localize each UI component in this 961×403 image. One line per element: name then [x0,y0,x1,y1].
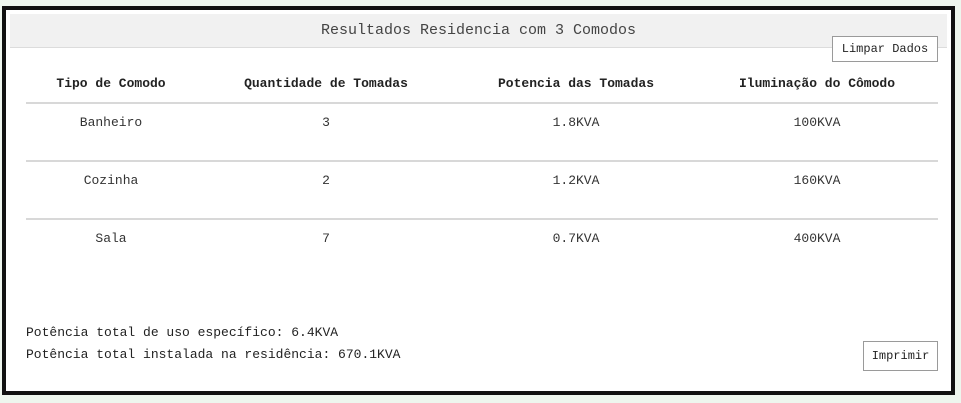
table-row: Sala 7 0.7KVA 400KVA [26,219,938,277]
specific-use-power-total: Potência total de uso específico: 6.4KVA [26,325,339,340]
table-row: Cozinha 2 1.2KVA 160KVA [26,161,938,220]
panel-title: Resultados Residencia com 3 Comodos [10,14,947,48]
results-table: Tipo de Comodo Quantidade de Tomadas Pot… [26,64,938,277]
cell-room-lighting: 400KVA [793,231,841,246]
header-room-lighting: Iluminação do Cômodo [696,64,938,104]
cell-outlet-quantity: 2 [196,161,456,220]
cell-room-type: Sala [95,231,127,246]
clear-data-button[interactable]: Limpar Dados [832,36,938,62]
cell-room-lighting: 100KVA [696,103,938,162]
header-outlet-power: Potencia das Tomadas [456,64,696,104]
cell-outlet-quantity: 7 [322,231,330,246]
cell-room-type: Cozinha [26,161,196,220]
header-room-type: Tipo de Comodo [26,64,196,104]
cell-outlet-quantity: 3 [196,103,456,162]
cell-room-type: Banheiro [26,103,196,162]
header-outlet-quantity: Quantidade de Tomadas [196,64,456,104]
table-header-row: Tipo de Comodo Quantidade de Tomadas Pot… [26,64,938,104]
table-row: Banheiro 3 1.8KVA 100KVA [26,103,938,162]
power-summary: Potência total de uso específico: 6.4KVA… [26,322,400,366]
cell-outlet-power: 1.8KVA [456,103,696,162]
installed-power-total: Potência total instalada na residência: … [26,347,401,362]
print-button[interactable]: Imprimir [863,341,938,371]
cell-outlet-power: 1.2KVA [456,161,696,220]
cell-outlet-power: 0.7KVA [552,231,600,246]
cell-room-lighting: 160KVA [696,161,938,220]
results-panel: Resultados Residencia com 3 Comodos Limp… [2,6,955,395]
